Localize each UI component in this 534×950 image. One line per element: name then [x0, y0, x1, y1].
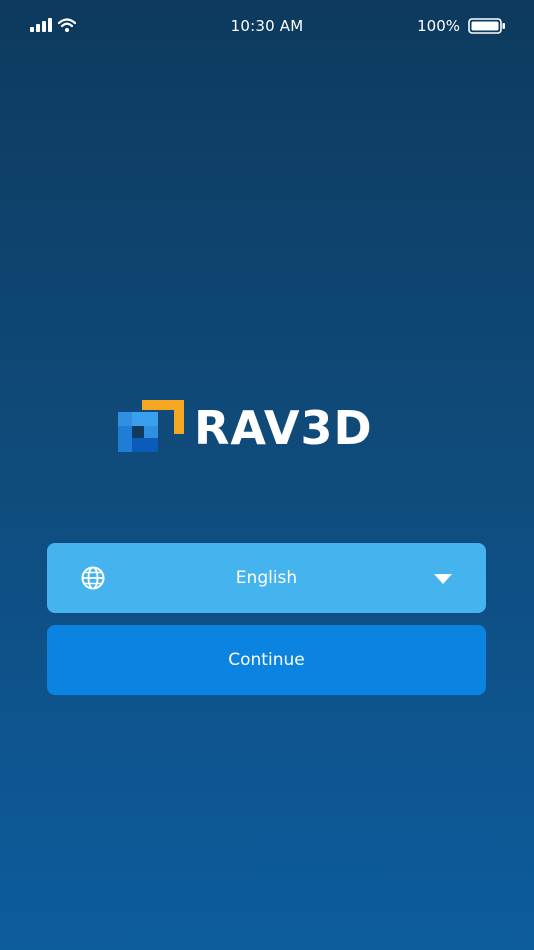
battery-icon	[468, 18, 505, 34]
continue-button[interactable]: Continue	[47, 625, 486, 695]
login-screen: 10:30 AM 100% RAV3D English Continue	[0, 0, 534, 950]
battery-percent: 100%	[417, 17, 460, 35]
status-right: 100%	[417, 17, 506, 35]
app-logo: RAV3D	[118, 400, 373, 456]
logo-mark-icon	[118, 400, 184, 452]
language-select[interactable]: English	[47, 543, 486, 613]
status-bar: 10:30 AM 100%	[0, 0, 534, 56]
language-select-value: English	[235, 568, 298, 588]
logo-text: RAV3D	[194, 401, 373, 455]
chevron-down-icon	[434, 574, 452, 584]
